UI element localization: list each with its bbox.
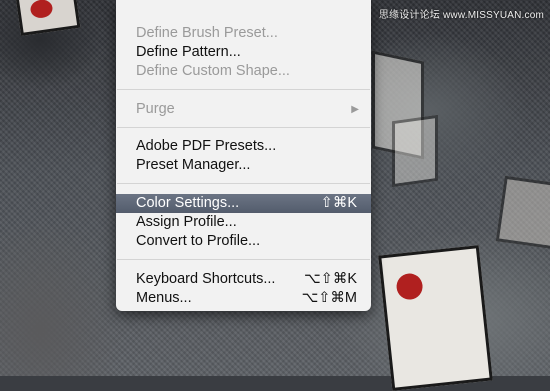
menu-item-color-settings[interactable]: Color Settings... ⇧⌘K [116,194,371,213]
menu-item-define-custom-shape[interactable]: Define Custom Shape... [116,62,371,81]
menu-item-menus[interactable]: Menus... ⌥⇧⌘M [116,289,371,308]
menu-item-shortcut: ⌥⇧⌘K [303,271,357,287]
background-card-right [392,114,438,188]
menu-item-purge[interactable]: Purge ▶ [116,100,371,119]
submenu-arrow-icon: ▶ [351,104,359,115]
background-card-bottom-right [378,245,493,391]
menu-separator [117,259,370,260]
menu-item-label: Define Brush Preset... [136,25,278,41]
menu-item-label: Define Custom Shape... [136,63,290,79]
menu-item-label: Menus... [136,290,192,306]
menu-item-preset-manager[interactable]: Preset Manager... [116,156,371,175]
menu-item-define-pattern[interactable]: Define Pattern... [116,43,371,62]
menu-item-label: Color Settings... [136,195,240,211]
menu-item-shortcut: ⇧⌘K [320,195,357,211]
watermark: 思缘设计论坛 www.MISSYUAN.com [378,10,544,21]
menu-item-assign-profile[interactable]: Assign Profile... [116,213,371,232]
menu-item-label: Preset Manager... [136,157,251,173]
menu-item-convert-to-profile[interactable]: Convert to Profile... [116,232,371,251]
menu-item-label: Keyboard Shortcuts... [136,271,276,287]
background-card-far-right [495,175,550,251]
menu-separator [117,89,370,90]
menu-item-keyboard-shortcuts[interactable]: Keyboard Shortcuts... ⌥⇧⌘K [116,270,371,289]
menu-item-shortcut: ⌥⇧⌘M [301,290,357,306]
menu-item-label: Adobe PDF Presets... [136,138,277,154]
menu-item-define-brush-preset[interactable]: Define Brush Preset... [116,24,371,43]
menu-item-label: Convert to Profile... [136,233,261,249]
menu-item-label: Assign Profile... [136,214,237,230]
edit-menu-dropdown: Define Brush Preset... Define Pattern...… [116,0,371,311]
menu-item-adobe-pdf-presets[interactable]: Adobe PDF Presets... [116,137,371,156]
menu-separator [117,127,370,128]
menu-separator [117,183,370,184]
menu-item-label: Purge [136,101,175,117]
menu-item-label: Define Pattern... [136,44,241,60]
